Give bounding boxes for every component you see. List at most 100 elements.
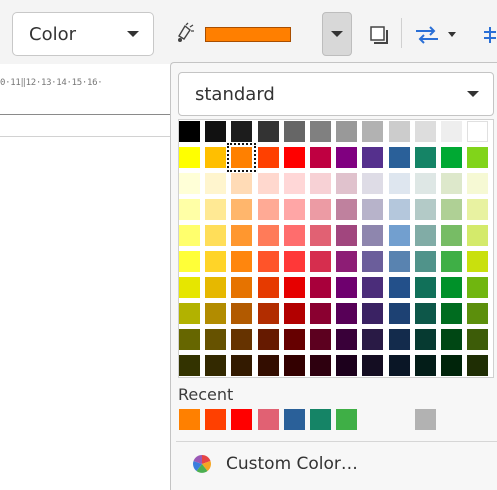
color-swatch[interactable] <box>441 251 462 272</box>
color-swatch[interactable] <box>284 173 305 194</box>
color-swatch[interactable] <box>284 303 305 324</box>
chevron-down-icon[interactable] <box>448 32 456 37</box>
color-swatch[interactable] <box>310 121 331 142</box>
color-swatch[interactable] <box>310 199 331 220</box>
color-swatch[interactable] <box>362 147 383 168</box>
color-swatch[interactable] <box>179 251 200 272</box>
recent-color-swatch[interactable] <box>205 409 226 430</box>
color-swatch-selected[interactable] <box>227 143 256 172</box>
color-swatch[interactable] <box>179 199 200 220</box>
color-swatch[interactable] <box>415 355 436 376</box>
color-swatch[interactable] <box>310 303 331 324</box>
color-swatch[interactable] <box>336 173 357 194</box>
color-swatch[interactable] <box>179 303 200 324</box>
color-swatch[interactable] <box>258 277 279 298</box>
color-swatch[interactable] <box>362 173 383 194</box>
color-swatch[interactable] <box>336 147 357 168</box>
color-swatch[interactable] <box>231 303 252 324</box>
color-swatch[interactable] <box>441 303 462 324</box>
color-swatch[interactable] <box>231 355 252 376</box>
color-swatch[interactable] <box>205 173 226 194</box>
color-swatch[interactable] <box>258 147 279 168</box>
current-color-swatch[interactable] <box>205 27 291 42</box>
color-swatch[interactable] <box>415 277 436 298</box>
color-swatch[interactable] <box>310 173 331 194</box>
color-swatch[interactable] <box>362 199 383 220</box>
shadow-icon[interactable] <box>369 25 389 45</box>
color-swatch[interactable] <box>389 225 410 246</box>
arrange-arrows-icon[interactable] <box>414 25 440 45</box>
color-swatch[interactable] <box>205 277 226 298</box>
palette-dropdown[interactable]: standard <box>178 72 494 116</box>
color-swatch[interactable] <box>389 355 410 376</box>
color-swatch[interactable] <box>441 277 462 298</box>
recent-color-swatch[interactable] <box>336 409 357 430</box>
color-swatch[interactable] <box>415 329 436 350</box>
color-swatch[interactable] <box>336 199 357 220</box>
color-swatch[interactable] <box>389 329 410 350</box>
color-swatch[interactable] <box>336 121 357 142</box>
color-swatch[interactable] <box>258 303 279 324</box>
align-icon[interactable] <box>481 25 497 45</box>
color-swatch[interactable] <box>336 225 357 246</box>
color-swatch[interactable] <box>467 251 488 272</box>
color-swatch[interactable] <box>362 251 383 272</box>
color-swatch[interactable] <box>231 173 252 194</box>
color-swatch[interactable] <box>467 303 488 324</box>
color-swatch[interactable] <box>336 303 357 324</box>
color-swatch[interactable] <box>310 147 331 168</box>
color-swatch[interactable] <box>258 173 279 194</box>
color-swatch[interactable] <box>258 225 279 246</box>
color-swatch[interactable] <box>441 199 462 220</box>
color-swatch[interactable] <box>310 277 331 298</box>
color-swatch[interactable] <box>205 199 226 220</box>
color-swatch[interactable] <box>467 121 488 142</box>
color-swatch[interactable] <box>336 251 357 272</box>
color-swatch[interactable] <box>179 329 200 350</box>
color-swatch[interactable] <box>310 251 331 272</box>
color-swatch[interactable] <box>415 173 436 194</box>
color-swatch[interactable] <box>441 147 462 168</box>
color-swatch[interactable] <box>179 121 200 142</box>
color-swatch[interactable] <box>179 173 200 194</box>
color-swatch[interactable] <box>231 121 252 142</box>
color-swatch[interactable] <box>205 355 226 376</box>
color-swatch[interactable] <box>231 199 252 220</box>
color-swatch[interactable] <box>389 303 410 324</box>
color-swatch[interactable] <box>284 121 305 142</box>
color-swatch[interactable] <box>336 277 357 298</box>
color-swatch[interactable] <box>231 277 252 298</box>
color-swatch[interactable] <box>415 251 436 272</box>
color-swatch[interactable] <box>284 225 305 246</box>
color-swatch[interactable] <box>258 329 279 350</box>
color-swatch[interactable] <box>179 147 200 168</box>
color-swatch[interactable] <box>415 121 436 142</box>
color-swatch[interactable] <box>415 303 436 324</box>
color-swatch[interactable] <box>467 329 488 350</box>
color-swatch[interactable] <box>362 329 383 350</box>
color-swatch[interactable] <box>310 355 331 376</box>
color-swatch[interactable] <box>389 173 410 194</box>
color-swatch[interactable] <box>467 225 488 246</box>
color-swatch[interactable] <box>258 121 279 142</box>
color-swatch[interactable] <box>310 225 331 246</box>
color-swatch[interactable] <box>362 303 383 324</box>
color-dropdown-button[interactable] <box>322 12 352 56</box>
recent-color-swatch[interactable] <box>310 409 331 430</box>
color-swatch[interactable] <box>284 355 305 376</box>
color-swatch[interactable] <box>284 199 305 220</box>
color-swatch[interactable] <box>231 225 252 246</box>
color-swatch[interactable] <box>258 199 279 220</box>
color-swatch[interactable] <box>179 277 200 298</box>
color-swatch[interactable] <box>362 225 383 246</box>
color-swatch[interactable] <box>205 251 226 272</box>
color-swatch[interactable] <box>205 329 226 350</box>
color-swatch[interactable] <box>205 121 226 142</box>
color-swatch[interactable] <box>389 121 410 142</box>
color-swatch[interactable] <box>336 329 357 350</box>
color-swatch[interactable] <box>467 199 488 220</box>
color-swatch[interactable] <box>179 225 200 246</box>
color-swatch[interactable] <box>467 173 488 194</box>
color-swatch[interactable] <box>441 225 462 246</box>
color-swatch[interactable] <box>389 251 410 272</box>
